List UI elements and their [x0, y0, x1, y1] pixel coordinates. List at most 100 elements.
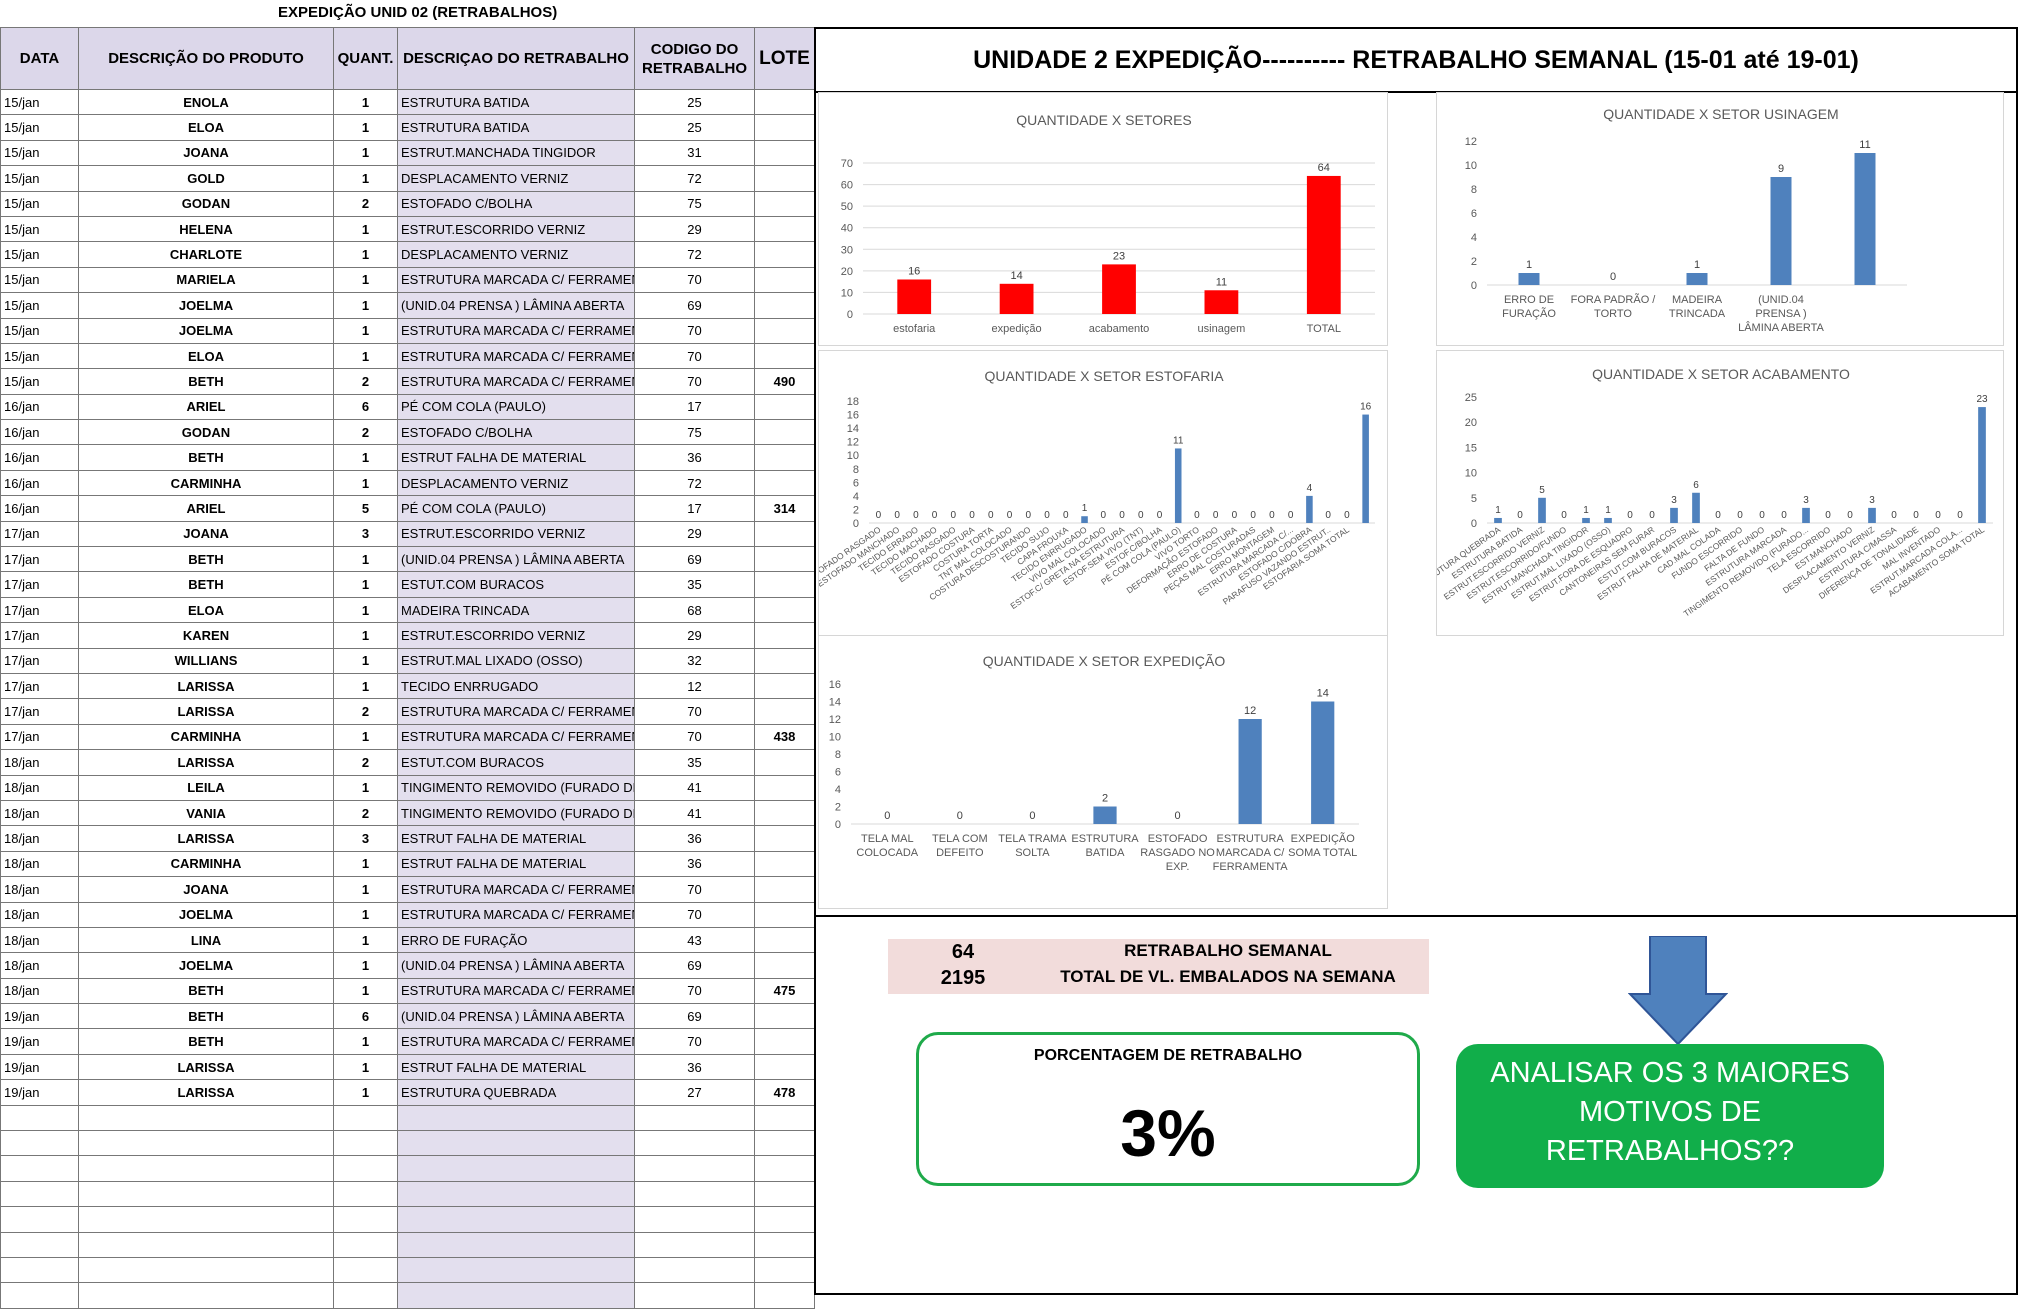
empty-cell[interactable] — [0, 1282, 79, 1309]
cell-rework-code[interactable]: 17 — [634, 393, 755, 421]
cell-date[interactable]: 18/jan — [0, 977, 79, 1005]
cell-date[interactable]: 15/jan — [0, 190, 79, 217]
chart-bar[interactable] — [999, 283, 1034, 314]
cell-product[interactable]: CARMINHA — [78, 469, 334, 497]
cell-rework-description[interactable]: ESTRUT.MANCHADA TINGIDOR — [397, 139, 635, 167]
cell-lote[interactable] — [754, 647, 815, 674]
cell-quantity[interactable]: 1 — [333, 723, 398, 751]
cell-lote[interactable] — [754, 622, 815, 649]
cell-lote[interactable] — [754, 546, 815, 573]
cell-rework-code[interactable]: 69 — [634, 1003, 755, 1030]
cell-date[interactable]: 19/jan — [0, 1079, 79, 1106]
cell-rework-description[interactable]: PÉ COM COLA (PAULO) — [397, 495, 635, 522]
empty-cell[interactable] — [634, 1282, 755, 1309]
cell-product[interactable]: VANIA — [78, 799, 334, 827]
cell-rework-description[interactable]: ESTRUTURA MARCADA C/ FERRAMENTA — [397, 901, 635, 928]
table-row[interactable]: 17/jan JOANA 3 ESTRUT.ESCORRIDO VERNIZ 29 — [0, 520, 815, 548]
cell-rework-description[interactable]: ESTRUT FALHA DE MATERIAL — [397, 850, 635, 878]
cell-rework-code[interactable]: 29 — [634, 520, 755, 548]
cell-rework-code[interactable]: 70 — [634, 723, 755, 751]
chart-bar[interactable] — [1538, 497, 1546, 523]
cell-lote[interactable] — [754, 571, 815, 598]
col-header-data[interactable]: DATA — [0, 27, 79, 90]
empty-row[interactable] — [0, 1282, 815, 1309]
cell-rework-description[interactable]: ESTRUTURA MARCADA C/ FERRAMENTA — [397, 698, 635, 725]
cell-lote[interactable] — [754, 774, 815, 801]
cell-date[interactable]: 16/jan — [0, 419, 79, 446]
cell-date[interactable]: 17/jan — [0, 647, 79, 674]
cell-product[interactable]: GODAN — [78, 190, 334, 217]
cell-lote[interactable]: 438 — [754, 723, 815, 751]
empty-row[interactable] — [0, 1180, 815, 1208]
cell-date[interactable]: 15/jan — [0, 139, 79, 167]
cell-product[interactable]: ARIEL — [78, 495, 334, 522]
cell-lote[interactable] — [754, 342, 815, 370]
table-row[interactable]: 18/jan JOELMA 1 ESTRUTURA MARCADA C/ FERRAM… — [0, 901, 815, 928]
cell-rework-description[interactable]: ESTRUTURA MARCADA C/ FERRAMENTA — [397, 1028, 635, 1055]
cell-date[interactable]: 15/jan — [0, 88, 79, 116]
empty-cell[interactable] — [78, 1206, 334, 1233]
cell-quantity[interactable]: 1 — [333, 952, 398, 979]
empty-cell[interactable] — [634, 1206, 755, 1233]
cell-product[interactable]: BETH — [78, 444, 334, 471]
cell-date[interactable]: 15/jan — [0, 215, 79, 243]
table-row[interactable]: 16/jan CARMINHA 1 DESPLACAMENTO VERNIZ 72 — [0, 469, 815, 497]
table-row[interactable]: 15/jan GOLD 1 DESPLACAMENTO VERNIZ 72 — [0, 165, 815, 192]
empty-cell[interactable] — [634, 1180, 755, 1208]
empty-cell[interactable] — [78, 1256, 334, 1284]
cell-rework-code[interactable]: 69 — [634, 292, 755, 319]
table-row[interactable]: 15/jan JOELMA 1 (UNID.04 PRENSA ) LÂMINA AB… — [0, 292, 815, 319]
table-row[interactable]: 15/jan GODAN 2 ESTOFADO C/BOLHA 75 — [0, 190, 815, 217]
empty-row[interactable] — [0, 1206, 815, 1233]
table-row[interactable]: 15/jan JOELMA 1 ESTRUTURA MARCADA C/ FERRAM… — [0, 317, 815, 344]
empty-cell[interactable] — [333, 1282, 398, 1309]
cell-product[interactable]: JOELMA — [78, 952, 334, 979]
empty-cell[interactable] — [754, 1180, 815, 1208]
cell-quantity[interactable]: 6 — [333, 1003, 398, 1030]
cell-rework-description[interactable]: ESTRUT.ESCORRIDO VERNIZ — [397, 622, 635, 649]
cell-product[interactable]: CARMINHA — [78, 850, 334, 878]
cell-quantity[interactable]: 1 — [333, 977, 398, 1005]
table-row[interactable]: 15/jan HELENA 1 ESTRUT.ESCORRIDO VERNIZ 29 — [0, 215, 815, 243]
cell-date[interactable]: 18/jan — [0, 901, 79, 928]
cell-date[interactable]: 15/jan — [0, 114, 79, 141]
cell-lote[interactable]: 490 — [754, 368, 815, 395]
cell-date[interactable]: 18/jan — [0, 926, 79, 954]
cell-date[interactable]: 17/jan — [0, 546, 79, 573]
cell-lote[interactable] — [754, 190, 815, 217]
empty-cell[interactable] — [634, 1130, 755, 1157]
cell-date[interactable]: 15/jan — [0, 292, 79, 319]
empty-cell[interactable] — [397, 1282, 635, 1309]
cell-lote[interactable] — [754, 393, 815, 421]
cell-product[interactable]: LARISSA — [78, 672, 334, 700]
cell-quantity[interactable]: 1 — [333, 165, 398, 192]
cell-rework-description[interactable]: ESTRUT.MAL LIXADO (OSSO) — [397, 647, 635, 674]
chart-bar[interactable] — [1692, 492, 1700, 523]
chart-bar[interactable] — [897, 279, 932, 314]
chart-bar[interactable] — [1978, 407, 1986, 523]
cell-rework-code[interactable]: 36 — [634, 850, 755, 878]
cell-lote[interactable] — [754, 672, 815, 700]
empty-row[interactable] — [0, 1155, 815, 1182]
cell-rework-description[interactable]: ESTRUTURA MARCADA C/ FERRAMENTA — [397, 368, 635, 395]
table-row[interactable]: 17/jan LARISSA 2 ESTRUTURA MARCADA C/ FERRA… — [0, 698, 815, 725]
cell-lote[interactable] — [754, 1053, 815, 1081]
cell-quantity[interactable]: 1 — [333, 596, 398, 624]
chart-bar[interactable] — [1093, 806, 1117, 825]
cell-lote[interactable] — [754, 901, 815, 928]
empty-cell[interactable] — [0, 1180, 79, 1208]
cell-quantity[interactable]: 1 — [333, 444, 398, 471]
table-row[interactable]: 19/jan LARISSA 1 ESTRUTURA QUEBRADA 27 478 — [0, 1079, 815, 1106]
empty-cell[interactable] — [333, 1104, 398, 1132]
col-header-codigo[interactable]: CODIGO DO RETRABALHO — [634, 27, 755, 90]
cell-rework-description[interactable]: ESTRUTURA MARCADA C/ FERRAMENTA — [397, 723, 635, 751]
cell-rework-description[interactable]: ESTRUT.ESCORRIDO VERNIZ — [397, 215, 635, 243]
table-row[interactable]: 15/jan ELOA 1 ESTRUTURA MARCADA C/ FERRAMEN… — [0, 342, 815, 370]
cell-rework-code[interactable]: 72 — [634, 241, 755, 268]
chart-bar[interactable] — [1238, 719, 1262, 824]
cell-product[interactable]: GOLD — [78, 165, 334, 192]
cell-lote[interactable] — [754, 165, 815, 192]
cell-product[interactable]: LARISSA — [78, 698, 334, 725]
chart-bar[interactable] — [1604, 517, 1612, 523]
cell-product[interactable]: GODAN — [78, 419, 334, 446]
